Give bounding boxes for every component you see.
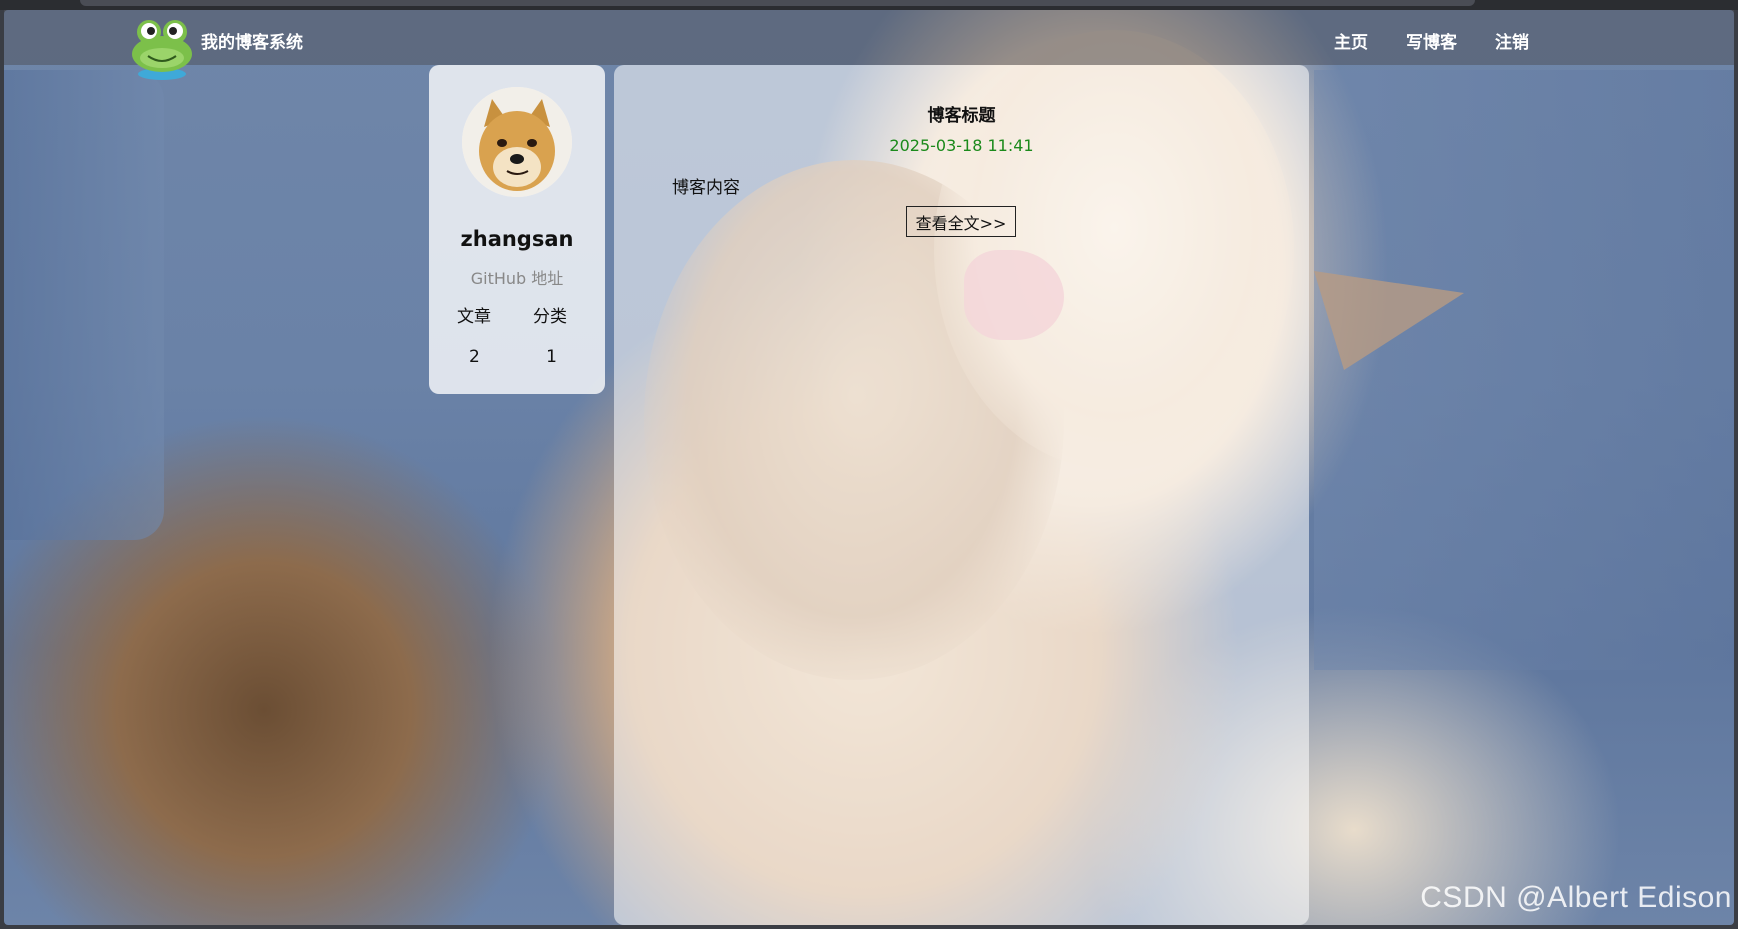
post-content: 博客内容	[672, 178, 740, 198]
background-cushion-right	[1314, 70, 1734, 670]
browser-top-strip	[0, 0, 1738, 10]
browser-tab-bar	[80, 0, 1475, 6]
post-title: 博客标题	[927, 106, 996, 126]
nav-link-write-blog[interactable]: 写博客	[1406, 28, 1457, 53]
stat-label-articles: 文章	[457, 307, 491, 327]
avatar	[462, 87, 572, 197]
logo-icon	[124, 12, 202, 82]
profile-card: zhangsan GitHub 地址 文章 分类 2 1	[429, 65, 605, 394]
navbar: 我的博客系统 主页 写博客 注销	[4, 10, 1734, 80]
stat-value-categories: 1	[546, 347, 557, 367]
blog-list-panel: 博客标题 2025-03-18 11:41 博客内容 查看全文>>	[614, 65, 1309, 925]
nav-link-logout[interactable]: 注销	[1495, 28, 1529, 53]
doge-avatar-icon	[462, 87, 572, 197]
profile-username: zhangsan	[460, 227, 574, 251]
post-date: 2025-03-18 11:41	[889, 136, 1034, 155]
read-more-button[interactable]: 查看全文>>	[906, 206, 1016, 237]
nav-links: 主页 写博客 注销	[1334, 28, 1567, 53]
nav-link-home[interactable]: 主页	[1334, 28, 1368, 53]
stat-label-categories: 分类	[533, 307, 567, 327]
stat-value-articles: 2	[469, 347, 480, 367]
background-cushion-left	[4, 70, 164, 540]
profile-stat-values: 2 1	[457, 347, 567, 367]
profile-stat-labels: 文章 分类	[457, 302, 567, 327]
site-title: 我的博客系统	[201, 33, 303, 53]
watermark: CSDN @Albert Edison	[1420, 881, 1732, 914]
github-link[interactable]: GitHub 地址	[429, 265, 605, 289]
